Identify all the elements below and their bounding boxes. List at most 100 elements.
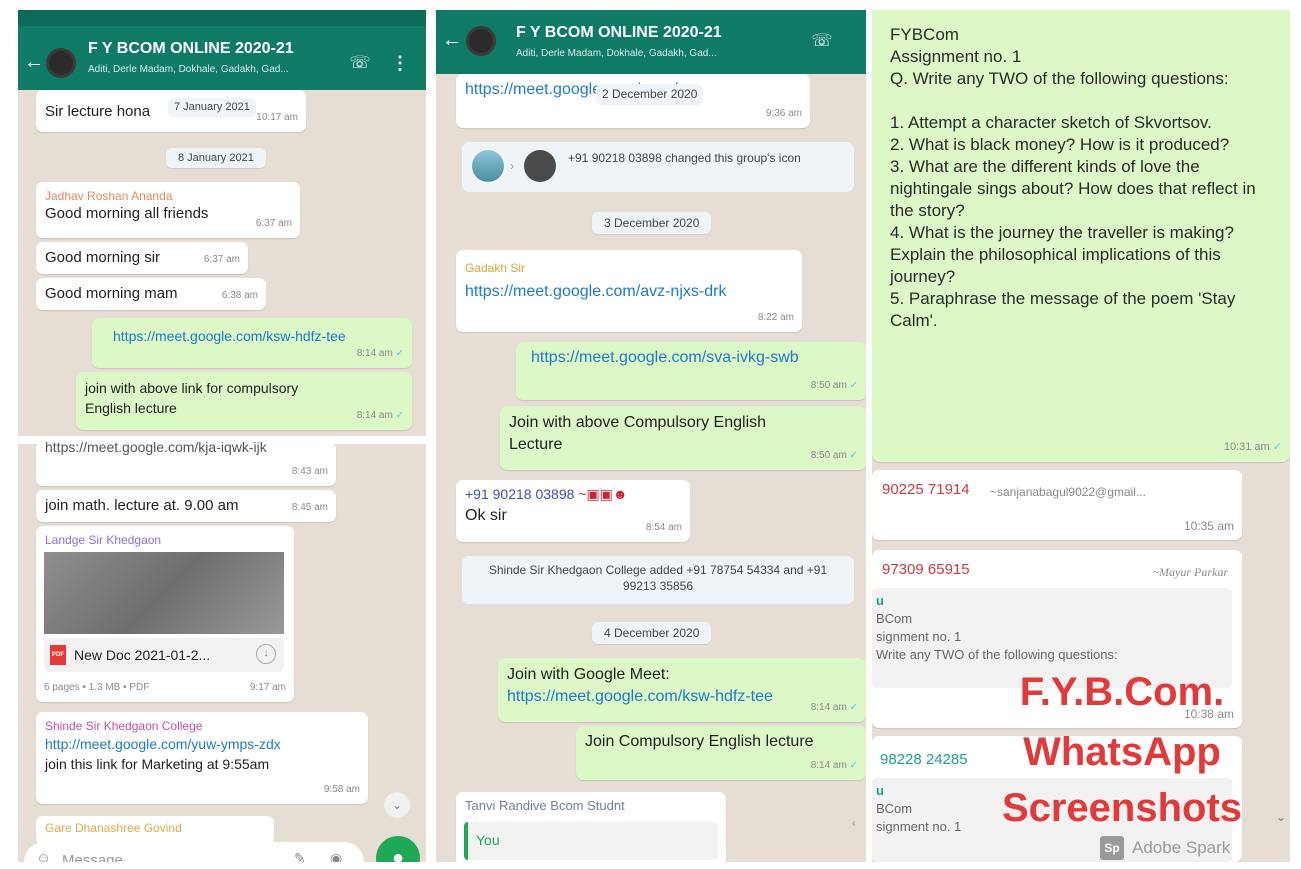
date-separator: 8 January 2021: [166, 148, 266, 168]
message-bubble-outgoing[interactable]: join with above link for compulsory Engl…: [76, 372, 412, 430]
quoted-author: You: [476, 832, 500, 848]
document-row[interactable]: PDF New Doc 2021-01-2... ↓: [44, 638, 284, 672]
message-sender[interactable]: Gadakh Sir: [465, 260, 793, 276]
message-link[interactable]: https://meet.google.com/sva-ivkg-swb: [531, 348, 857, 368]
camera-icon[interactable]: ◉: [330, 850, 342, 862]
message-bubble[interactable]: join math. lecture at. 9.00 am 8:45 am: [36, 490, 336, 522]
group-avatar[interactable]: [46, 48, 76, 78]
sender-phone: +91 90218 03898: [465, 486, 575, 502]
message-bubble[interactable]: Shinde Sir Khedgaon College http://meet.…: [36, 712, 368, 804]
message-bubble[interactable]: Gadakh Sir https://meet.google.com/avz-n…: [456, 250, 802, 332]
back-arrow-icon[interactable]: ←: [442, 29, 462, 51]
document-preview-image[interactable]: [44, 552, 284, 634]
adobe-spark-watermark: Sp Adobe Spark: [1100, 836, 1286, 862]
message-time: 8:43 am: [291, 466, 328, 477]
emoji-icon[interactable]: ☺: [36, 850, 51, 862]
message-time: 9:17 am: [249, 682, 286, 693]
overlay-title-line-1: F.Y.B.Com.: [1019, 670, 1225, 714]
time-text: 8:14 am: [356, 410, 393, 421]
message-text: join math. lecture at. 9.00 am: [45, 497, 239, 514]
more-options-icon[interactable]: ⋮: [391, 52, 409, 74]
status-bar: [18, 10, 426, 26]
back-arrow-icon[interactable]: ←: [24, 51, 44, 73]
call-add-icon[interactable]: ☏: [810, 30, 834, 52]
attach-icon[interactable]: ✎: [294, 850, 306, 862]
document-meta: 6 pages • 1.3 MB • PDF: [44, 682, 150, 693]
sent-tick-icon: ✓: [849, 380, 858, 391]
message-sender[interactable]: 97309 65915: [882, 560, 970, 580]
message-bubble[interactable]: https://meet.google.com/kja-iqwk-ijk 8:4…: [36, 442, 336, 486]
sent-tick-icon: ✓: [395, 348, 404, 359]
group-title[interactable]: F Y BCOM ONLINE 2020-21: [516, 24, 722, 42]
message-time: 8:45 am: [291, 502, 328, 513]
message-input-placeholder: Message: [62, 852, 123, 862]
call-add-icon[interactable]: ☏: [348, 52, 372, 74]
message-link[interactable]: https://meet.google.com/kja-iqwk-ijk: [45, 442, 327, 456]
quoted-line: Write any TWO of the following questions…: [876, 647, 1118, 662]
message-link[interactable]: https://meet.google.com/ksw-hdfz-tee: [113, 326, 403, 346]
group-title[interactable]: F Y BCOM ONLINE 2020-21: [88, 40, 294, 58]
assignment-line-instruction: Q. Write any TWO of the following questi…: [890, 69, 1229, 88]
message-bubble-outgoing[interactable]: https://meet.google.com/ksw-hdfz-tee 8:1…: [92, 318, 412, 368]
message-bubble[interactable]: Jadhav Roshan Ananda Good morning all fr…: [36, 182, 300, 238]
message-time: 6:37 am: [203, 254, 240, 265]
message-text: Join with above Compulsory English Lectu…: [509, 414, 767, 453]
group-avatar[interactable]: [466, 26, 496, 56]
mic-button[interactable]: ●: [376, 836, 420, 862]
pdf-icon: PDF: [50, 645, 66, 665]
download-icon[interactable]: ↓: [256, 644, 276, 664]
assignment-question-1: 1. Attempt a character sketch of Skvorts…: [890, 113, 1212, 132]
message-bubble[interactable]: Good morning mam 6:38 am: [36, 278, 266, 310]
message-text: Join Compulsory English lecture: [585, 733, 814, 750]
message-time: 8:14 am ✓: [811, 698, 858, 718]
quoted-message[interactable]: You: [464, 822, 718, 860]
message-time: 8:54 am: [645, 522, 682, 533]
message-link[interactable]: https://meet.google.com/avz-njxs-drk: [465, 282, 793, 302]
overlay-title-line-3: Screenshots: [1001, 786, 1243, 830]
sent-tick-icon: ✓: [849, 450, 858, 461]
sent-tick-icon: ✓: [849, 702, 858, 713]
group-members: Aditi, Derle Madam, Dokhale, Gadakh, Gad…: [88, 64, 289, 75]
chat-panel-left: ← F Y BCOM ONLINE 2020-21 Aditi, Derle M…: [18, 10, 426, 862]
overlay-title-line-2: WhatsApp: [1023, 730, 1221, 774]
quoted-line: BCom: [876, 611, 913, 626]
message-bubble-outgoing[interactable]: Join with Google Meet: https://meet.goog…: [498, 658, 866, 722]
message-bubble-outgoing[interactable]: https://meet.google.com/sva-ivkg-swb 8:5…: [516, 342, 866, 400]
message-sender[interactable]: Jadhav Roshan Ananda: [45, 188, 291, 204]
message-bubble[interactable]: +91 90218 03898 ~▣▣☻ Ok sir 8:54 am: [456, 480, 690, 542]
message-sender[interactable]: 90225 71914: [882, 480, 970, 500]
message-time: 9:58 am: [323, 784, 360, 795]
message-text: Join with Google Meet: https://meet.goog…: [507, 664, 807, 708]
scroll-down-button[interactable]: ⌄: [384, 792, 410, 818]
message-sender[interactable]: +91 90218 03898 ~▣▣☻: [465, 486, 681, 502]
message-bubble[interactable]: Good morning sir 6:37 am: [36, 242, 248, 274]
date-separator: 4 December 2020: [592, 622, 712, 644]
message-time: 10:17 am: [256, 112, 298, 123]
message-sender[interactable]: Landge Sir Khedgaon: [45, 532, 285, 548]
message-sender[interactable]: 98228 24285: [880, 750, 968, 770]
chat-header: ← F Y BCOM ONLINE 2020-21 Aditi, Derle M…: [436, 10, 866, 74]
message-time: 8:14 am ✓: [357, 406, 404, 426]
message-time: 6:38 am: [221, 290, 258, 301]
message-bubble[interactable]: Tanvi Randive Bcom Studnt You: [456, 792, 726, 862]
message-bubble-document[interactable]: Landge Sir Khedgaon PDF New Doc 2021-01-…: [36, 526, 294, 702]
message-bubble[interactable]: 90225 71914 ~sanjanabagul9022@gmail... 1…: [872, 470, 1242, 540]
message-bubble-outgoing[interactable]: Join Compulsory English lecture 8:14 am …: [576, 726, 866, 780]
message-input[interactable]: ☺ Message ✎ ◉: [24, 842, 364, 862]
assignment-question-3: 3. What are the different kinds of love …: [890, 157, 1256, 220]
message-sender[interactable]: Tanvi Randive Bcom Studnt: [465, 798, 717, 814]
message-sender[interactable]: Shinde Sir Khedgaon College: [45, 718, 359, 734]
message-sender[interactable]: Gare Dhanashree Govind: [45, 820, 265, 836]
message-sender-alias: ~Mayur Parkar: [1152, 565, 1228, 579]
system-message-text: +91 90218 03898 changed this group's ico…: [568, 151, 801, 165]
message-text: Good morning mam: [45, 285, 178, 302]
message-link[interactable]: http://meet.google.com/yuw-ymps-zdx: [45, 734, 359, 754]
assignment-message[interactable]: FYBCom Assignment no. 1 Q. Write any TWO…: [872, 10, 1290, 462]
sent-tick-icon: ✓: [395, 410, 404, 421]
chat-panel-middle: ← F Y BCOM ONLINE 2020-21 Aditi, Derle M…: [436, 10, 866, 862]
sent-tick-icon: ✓: [849, 760, 858, 771]
chat-header: ← F Y BCOM ONLINE 2020-21 Aditi, Derle M…: [18, 10, 426, 90]
assignment-line-blank: [890, 90, 1278, 112]
message-link[interactable]: https://meet.google.com/ksw-hdfz-tee: [507, 688, 773, 705]
message-bubble-outgoing[interactable]: Join with above Compulsory English Lectu…: [500, 406, 866, 470]
